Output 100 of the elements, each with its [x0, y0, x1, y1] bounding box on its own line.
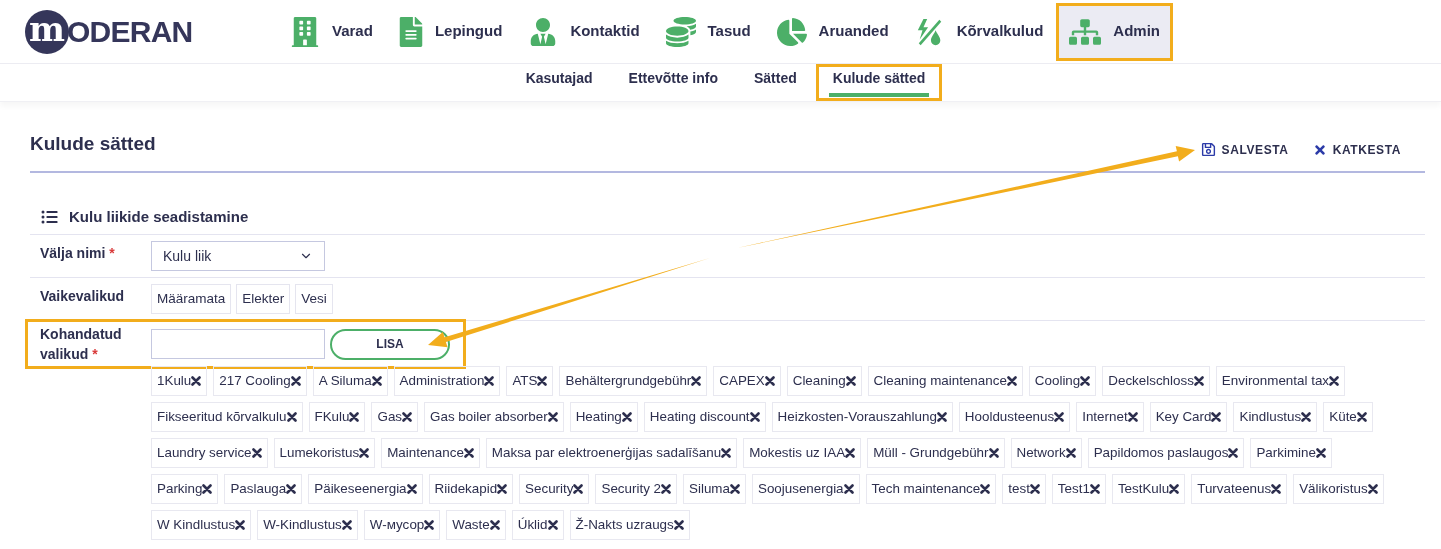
option-tag: Security 2	[595, 474, 677, 504]
remove-icon[interactable]	[673, 520, 684, 530]
option-tag: Úklid	[511, 510, 564, 540]
remove-icon[interactable]	[764, 376, 775, 386]
remove-icon[interactable]	[286, 412, 297, 422]
remove-icon[interactable]	[621, 412, 632, 422]
option-tag: FKulu	[308, 402, 366, 432]
sub-tab[interactable]: Sätted	[737, 64, 814, 101]
remove-icon[interactable]	[1169, 484, 1180, 494]
remove-icon[interactable]	[1193, 376, 1204, 386]
field-label: Kohandatud valikud *	[40, 325, 123, 364]
remove-icon[interactable]	[202, 484, 213, 494]
option-tag: Gas	[371, 402, 419, 432]
nav-tab[interactable]: Kõrvalkulud	[901, 2, 1057, 61]
option-tag: Laundry service	[151, 438, 268, 468]
remove-icon[interactable]	[691, 376, 702, 386]
remove-icon[interactable]	[497, 484, 508, 494]
save-button[interactable]: SALVESTA	[1200, 140, 1289, 159]
field-name-dropdown[interactable]: Kulu liik	[151, 241, 325, 271]
remove-icon[interactable]	[1356, 412, 1367, 422]
remove-icon[interactable]	[845, 448, 856, 458]
option-tag: Müll - Grundgebühr	[867, 438, 1005, 468]
sub-tab[interactable]: Ettevõtte info	[611, 64, 735, 101]
option-tag: Maksa par elektroenerģijas sadalīšanu	[485, 438, 738, 468]
remove-icon[interactable]	[1127, 412, 1138, 422]
remove-icon[interactable]	[843, 484, 854, 494]
remove-icon[interactable]	[1271, 484, 1282, 494]
option-tag: Heating discount	[643, 402, 766, 432]
option-tag: Ž-Nakts uzraugs	[569, 510, 690, 540]
nav-tab[interactable]: Lepingud	[385, 2, 516, 61]
sub-tab[interactable]: Kasutajad	[508, 64, 610, 101]
remove-icon[interactable]	[1065, 448, 1076, 458]
remove-icon[interactable]	[721, 448, 732, 458]
remove-icon[interactable]	[1211, 412, 1222, 422]
remove-icon[interactable]	[1006, 376, 1017, 386]
option-tag: Deckelschloss	[1102, 366, 1210, 396]
remove-icon[interactable]	[286, 484, 297, 494]
remove-icon[interactable]	[1089, 484, 1100, 494]
remove-icon[interactable]	[661, 484, 671, 494]
default-option-tag: Elekter	[236, 284, 291, 314]
new-option-input[interactable]	[151, 329, 325, 359]
option-tag: Waste	[446, 510, 506, 540]
remove-icon[interactable]	[402, 412, 413, 422]
remove-icon[interactable]	[1329, 376, 1340, 386]
option-tag: 217 Cooling	[213, 366, 307, 396]
document-icon	[398, 16, 423, 47]
remove-icon[interactable]	[341, 520, 352, 530]
nav-tab[interactable]: Aruanded	[763, 2, 902, 61]
remove-icon[interactable]	[424, 520, 435, 530]
option-tag: Paslauga	[224, 474, 303, 504]
option-tag: Papildomos paslaugos	[1087, 438, 1245, 468]
remove-icon[interactable]	[1315, 448, 1326, 458]
remove-icon[interactable]	[359, 448, 370, 458]
remove-icon[interactable]	[547, 520, 558, 530]
sub-tab[interactable]: Kulude sätted	[815, 64, 943, 101]
remove-icon[interactable]	[251, 448, 262, 458]
option-tag: Key Card	[1149, 402, 1228, 432]
field-label: Vaikevalikud	[40, 287, 126, 306]
remove-icon[interactable]	[1367, 484, 1378, 494]
nav-tab[interactable]: Varad	[277, 2, 386, 61]
remove-icon[interactable]	[729, 484, 740, 494]
remove-icon[interactable]	[1054, 412, 1065, 422]
remove-icon[interactable]	[749, 412, 760, 422]
field-label: Välja nimi *	[40, 244, 116, 263]
remove-icon[interactable]	[845, 376, 856, 386]
remove-icon[interactable]	[484, 376, 495, 386]
remove-icon[interactable]	[1029, 484, 1040, 494]
remove-icon[interactable]	[537, 376, 548, 386]
remove-icon[interactable]	[191, 376, 202, 386]
remove-icon[interactable]	[936, 412, 947, 422]
remove-icon[interactable]	[547, 412, 558, 422]
remove-icon[interactable]	[406, 484, 417, 494]
option-tag: Riidekapid	[428, 474, 514, 504]
remove-icon[interactable]	[573, 484, 584, 494]
cancel-button[interactable]: KATKESTA	[1312, 140, 1401, 159]
remove-icon[interactable]	[371, 376, 382, 386]
default-option-tag: Vesi	[295, 284, 333, 314]
remove-icon[interactable]	[290, 376, 301, 386]
nav-tab[interactable]: Kontaktid	[515, 2, 653, 61]
option-tag: 1Kulu	[151, 366, 208, 396]
option-tag: ATS	[506, 366, 554, 396]
org-chart-icon	[1069, 17, 1102, 46]
option-tag: Cleaning	[786, 366, 862, 396]
remove-icon[interactable]	[1228, 448, 1239, 458]
option-tag: Turvateenus	[1191, 474, 1288, 504]
remove-icon[interactable]	[349, 412, 360, 422]
remove-icon[interactable]	[1080, 376, 1091, 386]
nav-tab[interactable]: Tasud	[652, 2, 764, 61]
remove-icon[interactable]	[1301, 412, 1312, 422]
remove-icon[interactable]	[463, 448, 474, 458]
option-tag: Maintenance	[381, 438, 480, 468]
remove-icon[interactable]	[235, 520, 246, 530]
option-tag: Kindlustus	[1233, 402, 1318, 432]
remove-icon[interactable]	[489, 520, 500, 530]
option-tag: Soojusenergia	[751, 474, 860, 504]
remove-icon[interactable]	[980, 484, 991, 494]
nav-tab[interactable]: Admin	[1056, 2, 1173, 61]
remove-icon[interactable]	[988, 448, 999, 458]
option-tag: W-Kindlustus	[257, 510, 358, 540]
logo[interactable]: mODERAN	[25, 9, 275, 54]
